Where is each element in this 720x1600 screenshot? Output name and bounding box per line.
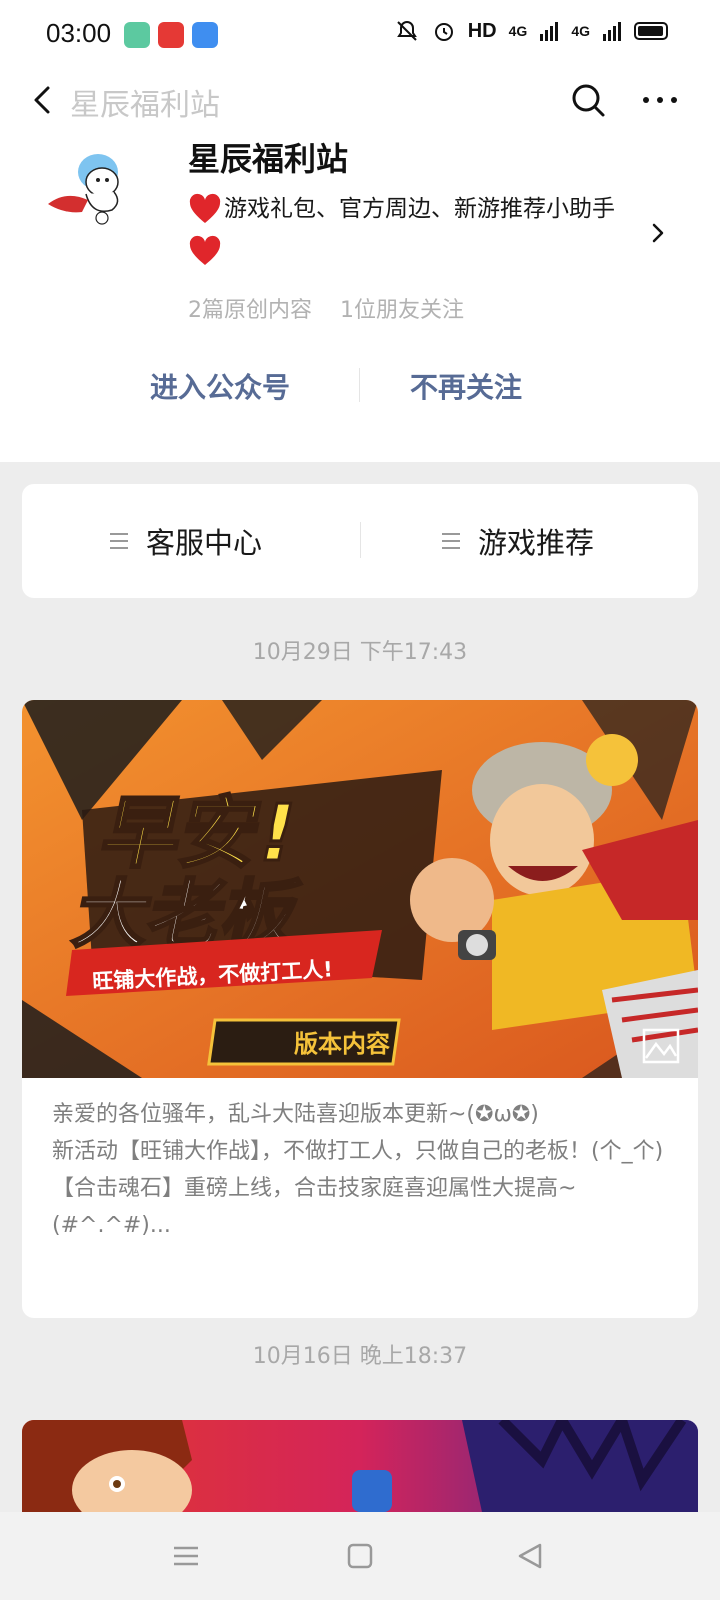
more-icon[interactable]	[640, 80, 680, 120]
chat-icon	[192, 22, 218, 48]
excerpt-line: 【合击魂石】重磅上线，合击技家庭喜迎属性大提高~(#^.^#)...	[52, 1176, 577, 1238]
signal-4g-2: 4G	[571, 23, 590, 39]
system-nav-bar	[0, 1512, 720, 1600]
menu-item-label: 游戏推荐	[478, 526, 595, 560]
article-excerpt: 亲爱的各位骚年，乱斗大陆喜迎版本更新~(✪ω✪) 新活动【旺铺大作战】，不做打工…	[52, 1096, 672, 1244]
menu-item-customer-service[interactable]: 客服中心	[110, 520, 262, 562]
gallery-icon	[642, 1028, 680, 1064]
followers-count: 1位朋友关注	[340, 298, 464, 323]
excerpt-line: 亲爱的各位骚年，乱斗大陆喜迎版本更新~(✪ω✪)	[52, 1102, 539, 1127]
article-card[interactable]	[22, 1420, 698, 1512]
menu-lines-icon	[442, 533, 460, 549]
account-stats: 2篇原创内容 1位朋友关注	[188, 292, 464, 324]
status-indicators: HD 4G 4G	[394, 18, 668, 44]
search-icon[interactable]	[568, 80, 608, 120]
unfollow-button[interactable]: 不再关注	[410, 366, 522, 406]
account-avatar	[48, 154, 119, 225]
signal-4g-1: 4G	[508, 23, 528, 39]
account-description: 游戏礼包、官方周边、新游推荐小助手	[188, 188, 648, 272]
weibo-icon	[158, 22, 184, 48]
app-notification-icon	[124, 22, 150, 48]
message-timestamp: 10月16日 晚上18:37	[252, 1344, 468, 1369]
menu-lines-icon	[110, 533, 128, 549]
home-icon[interactable]	[344, 1540, 376, 1572]
original-count: 2篇原创内容	[188, 298, 312, 323]
nav-title: 星辰福利站	[70, 88, 220, 123]
account-menu: 客服中心 游戏推荐	[22, 484, 698, 598]
menu-divider	[360, 522, 361, 558]
account-description-text: 游戏礼包、官方周边、新游推荐小助手	[224, 196, 615, 222]
account-actions: 进入公众号 不再关注	[0, 362, 720, 422]
top-nav: 星辰福利站	[0, 70, 720, 132]
alarm-icon	[434, 23, 453, 41]
account-profile: 星辰福利站 游戏礼包、官方周边、新游推荐小助手 2篇原创内容 1位朋友关注 进入公…	[0, 132, 720, 462]
menu-icon[interactable]	[170, 1540, 202, 1572]
mute-icon	[396, 20, 417, 41]
battery-icon	[634, 22, 668, 40]
status-time: 03:00	[46, 18, 112, 48]
article-cover-image	[22, 1420, 698, 1512]
signal-bars-icon	[540, 22, 559, 41]
menu-item-game-recommend[interactable]: 游戏推荐	[442, 520, 594, 562]
account-name: 星辰福利站	[188, 140, 349, 178]
heart-icon	[189, 193, 221, 223]
cover-title-1: 早安!	[94, 788, 305, 879]
status-bar: 03:00 HD 4G 4G	[0, 0, 720, 70]
cover-badge: 版本内容	[294, 1030, 390, 1058]
article-cover-image: 早安! 大老板 旺铺大作战，不做打工人! 版本内容	[22, 700, 698, 1078]
message-timestamp: 10月29日 下午17:43	[252, 640, 468, 665]
excerpt-line: 新活动【旺铺大作战】，不做打工人，只做自己的老板！(个_个)	[52, 1139, 664, 1164]
article-card[interactable]: 早安! 大老板 旺铺大作战，不做打工人! 版本内容 亲爱的各位骚年，乱斗大陆喜迎…	[22, 700, 698, 1318]
back-icon[interactable]	[24, 80, 64, 120]
heart-icon-2	[189, 235, 221, 265]
action-divider	[359, 368, 360, 402]
chevron-right-icon[interactable]	[646, 218, 670, 248]
back-nav-icon[interactable]	[514, 1540, 546, 1572]
signal-bars-icon-2	[603, 22, 621, 41]
enter-account-button[interactable]: 进入公众号	[150, 366, 290, 406]
menu-item-label: 客服中心	[146, 526, 263, 560]
hd-label: HD	[467, 19, 497, 42]
